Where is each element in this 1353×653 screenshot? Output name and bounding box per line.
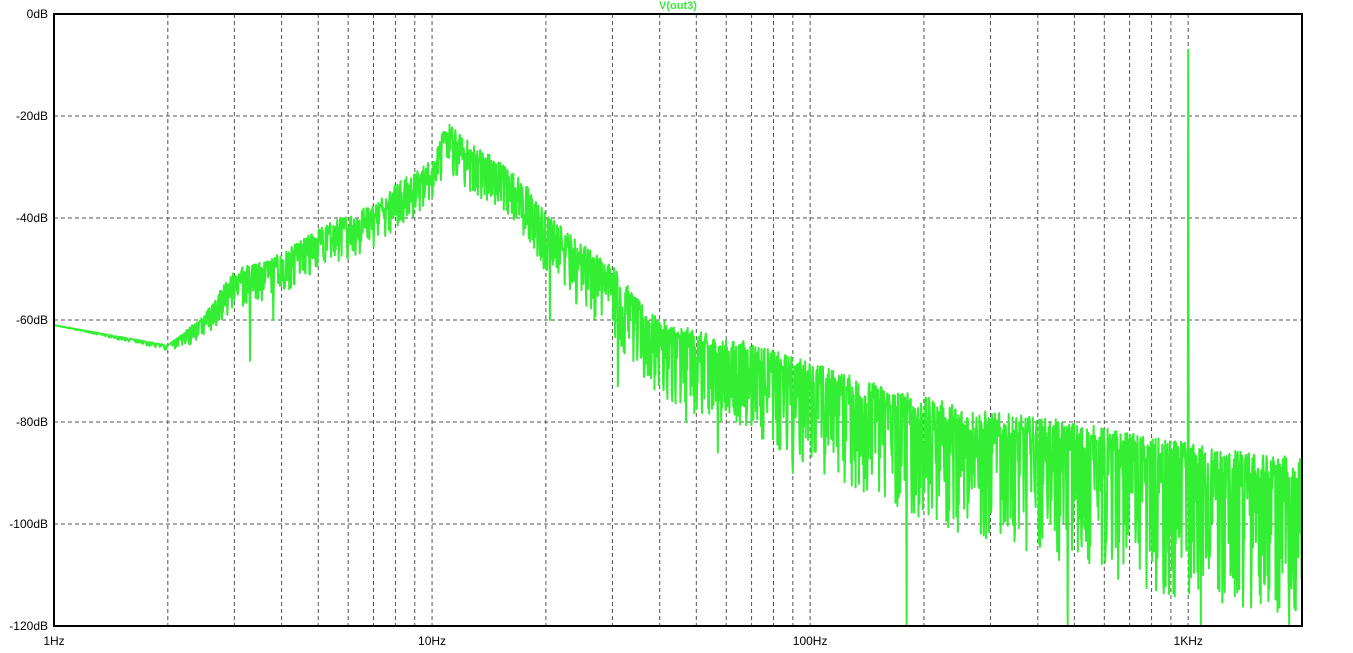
y-tick-label: 0dB (27, 7, 48, 21)
y-tick-label: -20dB (16, 109, 48, 123)
y-tick-label: -40dB (16, 211, 48, 225)
spectrum-plot: V(out3) 1Hz 10Hz 100Hz 1KHz 0dB -20dB -40dB -6… (9, 0, 1303, 648)
series-line-v-out3 (53, 48, 1303, 627)
x-tick-label: 10Hz (418, 634, 446, 648)
x-tick-label: 1KHz (1174, 634, 1203, 648)
x-axis-tick-labels: 1Hz 10Hz 100Hz 1KHz (43, 634, 1203, 648)
y-tick-label: -120dB (9, 619, 48, 633)
y-tick-label: -80dB (16, 415, 48, 429)
x-tick-label: 1Hz (43, 634, 64, 648)
y-tick-label: -60dB (16, 313, 48, 327)
y-tick-label: -100dB (9, 517, 48, 531)
y-axis-tick-labels: 0dB -20dB -40dB -60dB -80dB -100dB -120dB (9, 7, 48, 633)
x-tick-label: 100Hz (793, 634, 828, 648)
trace-title: V(out3) (659, 0, 697, 12)
